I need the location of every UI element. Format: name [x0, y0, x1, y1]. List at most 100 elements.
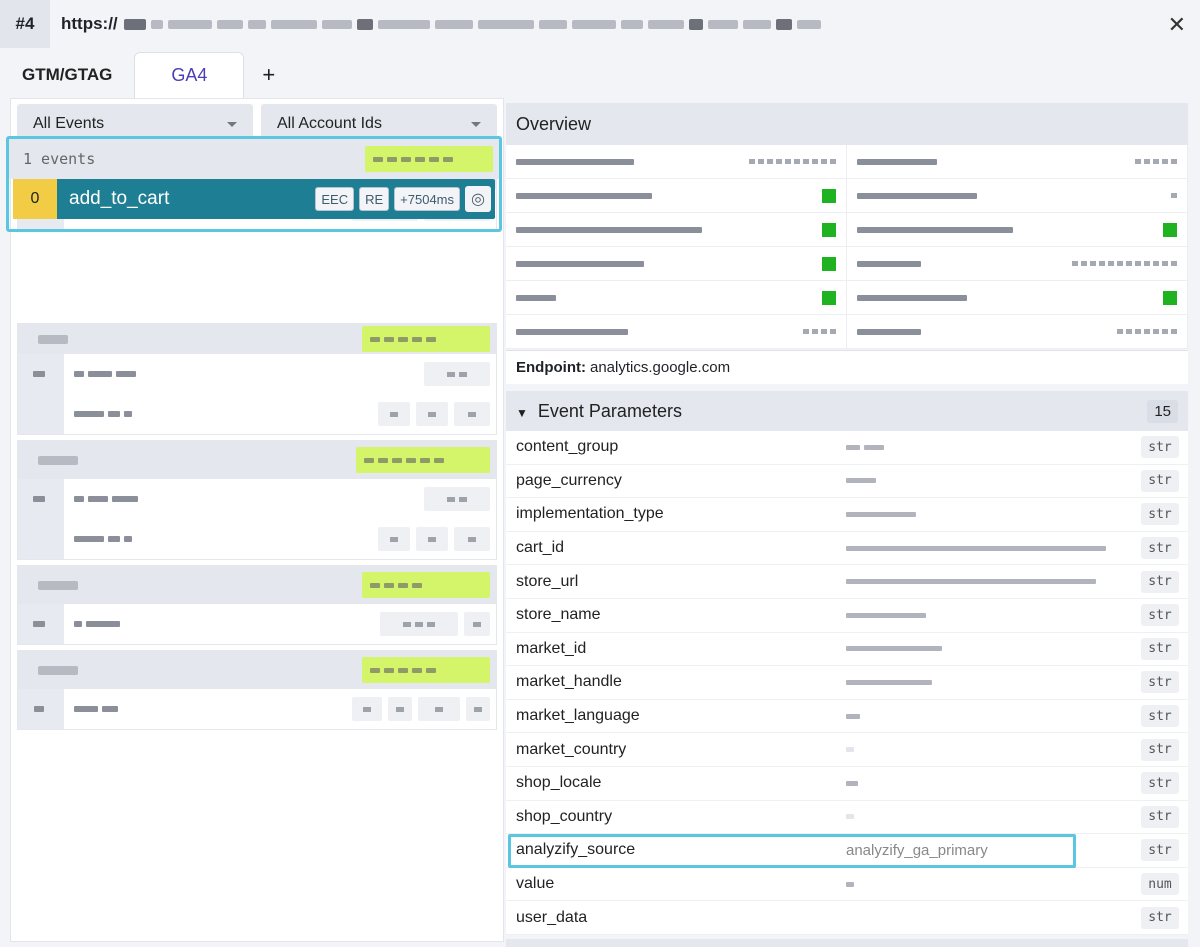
chevron-down-icon: [471, 121, 481, 127]
table-row: market_language str: [506, 700, 1188, 734]
list-item[interactable]: [18, 394, 496, 434]
param-value: [846, 612, 1141, 618]
request-url: https://: [61, 14, 821, 34]
chevron-down-icon: [227, 121, 237, 127]
param-type: str: [1141, 906, 1179, 929]
table-row: implementation_type str: [506, 498, 1188, 532]
list-item[interactable]: [18, 479, 496, 519]
param-value: [846, 511, 1141, 517]
param-key: user_data: [516, 908, 588, 926]
event-group-header[interactable]: [18, 651, 496, 689]
param-value: [846, 444, 1141, 450]
overview-cell: [506, 213, 847, 247]
endpoint-label: Endpoint:: [516, 359, 586, 376]
table-row: page_currency str: [506, 465, 1188, 499]
param-value: [846, 780, 1141, 786]
event-group-header[interactable]: 1 events: [9, 139, 499, 179]
next-section-header: [506, 938, 1188, 947]
tab-ga4[interactable]: GA4: [134, 52, 245, 98]
param-type: str: [1141, 705, 1179, 728]
add-tab-button[interactable]: +: [244, 52, 293, 98]
account-filter-value: All Account Ids: [277, 115, 382, 132]
parameters-table: content_group str page_currency str implem…: [506, 431, 1188, 935]
endpoint: Endpoint: analytics.google.com: [506, 350, 1188, 384]
group-timestamp: [362, 572, 490, 598]
eec-badge: EEC: [315, 187, 355, 211]
table-row: shop_locale str: [506, 767, 1188, 801]
event-count: 1 events: [23, 150, 96, 168]
param-value: [846, 814, 1141, 820]
event-group-header[interactable]: [18, 324, 496, 354]
overview-cell: [847, 247, 1188, 281]
events-filter-value: All Events: [33, 115, 105, 132]
list-item[interactable]: [18, 519, 496, 559]
param-type: str: [1141, 671, 1179, 694]
overview-cell: [506, 247, 847, 281]
param-type: str: [1141, 436, 1179, 459]
param-value: [846, 713, 1141, 719]
param-value: [846, 646, 1141, 652]
overview-cell: [847, 213, 1188, 247]
param-key: market_country: [516, 740, 627, 758]
table-row: store_name str: [506, 599, 1188, 633]
param-key: shop_country: [516, 807, 613, 825]
param-key: market_handle: [516, 673, 622, 691]
param-key: shop_locale: [516, 774, 602, 792]
list-item[interactable]: [18, 354, 496, 394]
event-group: [17, 323, 497, 435]
param-type: str: [1141, 537, 1179, 560]
caret-down-icon: ▼: [516, 405, 528, 420]
list-item[interactable]: [18, 689, 496, 729]
table-row: user_data str: [506, 901, 1188, 935]
param-type: str: [1141, 772, 1179, 795]
event-group-header[interactable]: [18, 566, 496, 604]
list-item[interactable]: [18, 604, 496, 644]
param-key: page_currency: [516, 471, 622, 489]
param-value: [846, 478, 1141, 484]
param-key: market_id: [516, 639, 587, 657]
table-row: value num: [506, 868, 1188, 902]
param-value: [846, 545, 1141, 551]
group-timestamp: [362, 657, 490, 683]
param-value: [846, 579, 1141, 585]
group-timestamp: [356, 447, 490, 473]
overview-cell: [506, 281, 847, 315]
overview-header[interactable]: Overview: [506, 103, 1188, 145]
param-type: num: [1141, 873, 1179, 896]
selected-event-row[interactable]: 0 add_to_cart EEC RE +7504ms ◎: [13, 179, 495, 219]
detail-panel: Overview Endpoint: analytics.google.com …: [506, 103, 1188, 947]
url-redacted: [123, 18, 821, 30]
overview-cell: [506, 315, 847, 349]
event-parameters-title: Event Parameters: [537, 400, 682, 421]
title-bar: #4 https:// ✕: [0, 0, 1200, 48]
table-row: market_handle str: [506, 666, 1188, 700]
event-parameters-header[interactable]: ▼ Event Parameters 15: [506, 391, 1188, 431]
param-type: str: [1141, 469, 1179, 492]
param-type: str: [1141, 738, 1179, 761]
url-prefix: https://: [61, 14, 118, 33]
param-key: store_url: [516, 572, 579, 590]
param-type: str: [1141, 839, 1179, 862]
param-key: store_name: [516, 606, 601, 624]
overview-cell: [506, 145, 847, 179]
event-name: add_to_cart: [69, 188, 170, 209]
table-row: market_id str: [506, 633, 1188, 667]
param-key: value: [516, 875, 555, 893]
event-group-header[interactable]: [18, 441, 496, 479]
overview-cell: [847, 179, 1188, 213]
param-type: str: [1141, 637, 1179, 660]
overview-cell: [847, 315, 1188, 349]
event-group: [17, 650, 497, 730]
tab-gtm-gtag[interactable]: GTM/GTAG: [0, 52, 134, 98]
param-type: str: [1141, 503, 1179, 526]
param-type: str: [1141, 570, 1179, 593]
table-row: market_country str: [506, 733, 1188, 767]
target-icon[interactable]: ◎: [465, 186, 491, 212]
close-icon[interactable]: ✕: [1168, 12, 1186, 38]
event-group: [17, 440, 497, 560]
group-timestamp: [362, 326, 490, 352]
param-type: str: [1141, 805, 1179, 828]
param-type: str: [1141, 604, 1179, 627]
param-value: [846, 747, 1141, 753]
param-key: cart_id: [516, 539, 565, 557]
